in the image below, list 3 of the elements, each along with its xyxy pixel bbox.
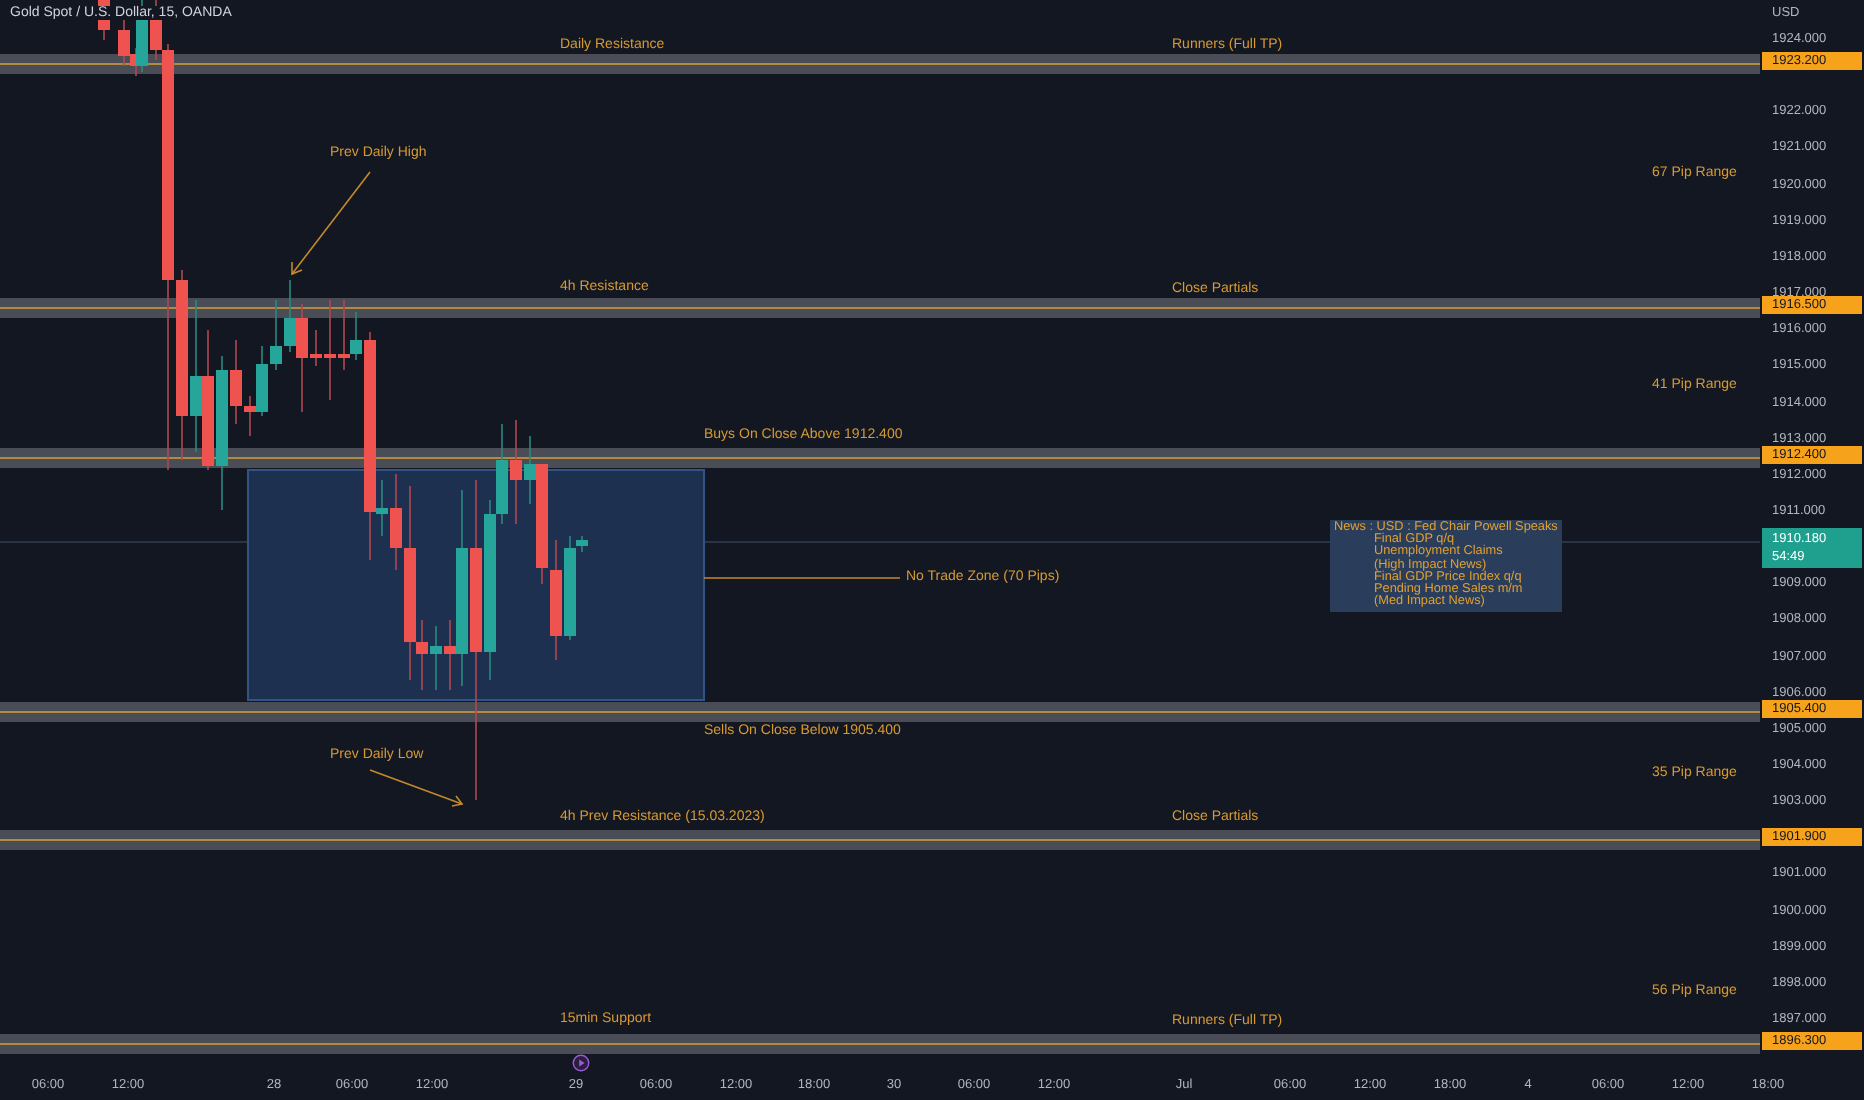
arrow — [291, 171, 371, 276]
arrow — [369, 769, 464, 807]
replay-icon[interactable] — [572, 1054, 590, 1072]
